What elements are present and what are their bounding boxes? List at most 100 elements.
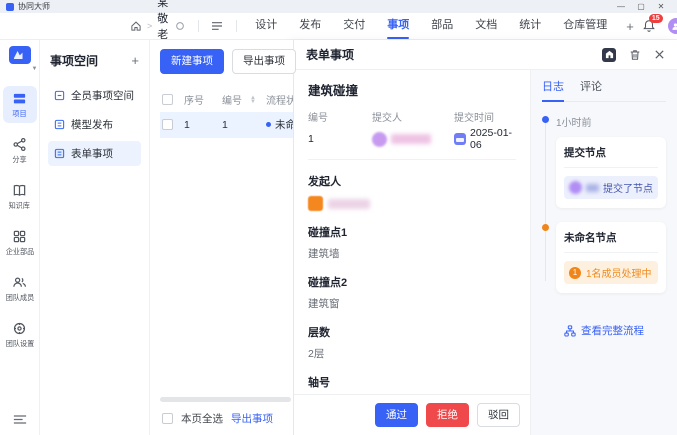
tree-item-all-issues[interactable]: 全员事项空间 <box>48 83 141 108</box>
home-icon[interactable] <box>130 20 142 32</box>
processing-chip: 1 1名成员处理中 <box>564 261 658 284</box>
approve-button[interactable]: 通过 <box>375 403 418 428</box>
processing-text: 1名成员处理中 <box>586 265 652 280</box>
rail-item-team-settings[interactable]: 团队设置 <box>3 316 37 353</box>
sort-icon[interactable]: ▲▼ <box>250 96 266 104</box>
space-icon <box>54 90 65 101</box>
collapse-menu-icon[interactable] <box>13 414 27 425</box>
timeline-dot-blue <box>542 116 549 123</box>
new-issue-button[interactable]: 新建事项 <box>160 49 224 74</box>
axis-label: 轴号 <box>308 374 516 390</box>
view-in-model-icon[interactable] <box>602 48 616 62</box>
view-full-flow-link[interactable]: 查看完整流程 <box>542 323 666 338</box>
submit-time-label: 提交时间 <box>454 109 516 124</box>
rail-item-share[interactable]: 分享 <box>3 132 37 169</box>
window-titlebar: 协同大师 — ▢ ✕ <box>0 0 677 13</box>
sendback-button[interactable]: 驳回 <box>477 403 520 428</box>
row-status: 未命名节点 <box>266 117 293 132</box>
project-menu-icon[interactable] <box>211 21 223 31</box>
tab-log[interactable]: 日志 <box>542 78 564 101</box>
initiator-label: 发起人 <box>308 173 516 189</box>
tab-documents[interactable]: 文档 <box>464 13 508 40</box>
reject-button[interactable]: 拒绝 <box>426 403 469 428</box>
close-window-button[interactable]: ✕ <box>651 0 671 13</box>
people-icon <box>12 275 27 290</box>
clash-point2-label: 碰撞点2 <box>308 274 516 290</box>
form-title: 建筑碰撞 <box>308 80 516 99</box>
space-icon <box>54 119 65 130</box>
tab-comments[interactable]: 评论 <box>580 78 602 101</box>
row-checkbox[interactable] <box>162 119 173 130</box>
module-tabs: 设计 发布 交付 事项 部品 文档 统计 仓库管理 + <box>244 13 642 40</box>
column-status[interactable]: 流程状态 <box>266 92 293 107</box>
notification-badge: 15 <box>649 14 663 23</box>
tab-delivery[interactable]: 交付 <box>332 13 376 40</box>
rail-item-projects[interactable]: 项目 <box>3 86 37 123</box>
column-number[interactable]: 编号 <box>222 92 250 107</box>
export-issues-link[interactable]: 导出事项 <box>231 411 273 426</box>
table-row[interactable]: 1 1 未命名节点 <box>160 112 293 138</box>
rail-item-knowledge-base[interactable]: 知识库 <box>3 178 37 215</box>
actor-name-redacted <box>586 184 599 192</box>
actor-avatar <box>569 181 582 194</box>
floor-value: 2层 <box>308 346 516 361</box>
grid-icon <box>12 229 27 244</box>
calendar-icon <box>454 133 466 145</box>
breadcrumb-separator: > <box>147 21 152 31</box>
floor-label: 层数 <box>308 324 516 340</box>
add-tab-button[interactable]: + <box>618 19 642 34</box>
workspace-logo[interactable] <box>9 46 31 64</box>
row-number: 1 <box>222 119 250 131</box>
tab-publish[interactable]: 发布 <box>288 13 332 40</box>
maximize-button[interactable]: ▢ <box>631 0 651 13</box>
member-count-badge: 1 <box>569 267 581 279</box>
space-icon <box>54 148 65 159</box>
user-avatar[interactable] <box>668 18 677 34</box>
select-page-checkbox[interactable] <box>162 413 173 424</box>
log-card-unnamed[interactable]: 未命名节点 1 1名成员处理中 <box>556 222 666 293</box>
rail-item-team-members[interactable]: 团队成员 <box>3 270 37 307</box>
select-all-checkbox[interactable] <box>162 94 173 105</box>
form-detail-column: 建筑碰撞 编号 1 提交人 <box>294 70 530 435</box>
app-logo-icon <box>6 3 14 11</box>
delete-icon[interactable] <box>629 49 641 61</box>
log-node-title: 提交节点 <box>564 145 658 168</box>
navbar-right: 15 <box>642 18 677 34</box>
horizontal-scrollbar[interactable] <box>160 397 291 402</box>
tree-item-model-publish[interactable]: 模型发布 <box>48 112 141 137</box>
clash-point2-value: 建筑窗 <box>308 296 516 311</box>
tab-parts[interactable]: 部品 <box>420 13 464 40</box>
minimize-button[interactable]: — <box>611 0 631 13</box>
log-action-chip: 提交了节点 <box>564 176 658 199</box>
status-dot-icon <box>266 122 271 127</box>
column-index[interactable]: 序号 <box>184 92 222 107</box>
issue-detail-overlay: 表单事项 建筑碰撞 <box>293 40 677 435</box>
flow-icon <box>564 325 576 337</box>
app-title: 协同大师 <box>18 1 50 12</box>
log-timeline: 1小时前 提交节点 提交了节点 未命名节点 <box>542 114 666 307</box>
share-icon <box>12 137 27 152</box>
tab-statistics[interactable]: 统计 <box>508 13 552 40</box>
rail-item-enterprise-parts[interactable]: 企业部品 <box>3 224 37 261</box>
tab-warehouse[interactable]: 仓库管理 <box>552 13 618 40</box>
number-value: 1 <box>308 131 372 147</box>
issue-space-title: 事项空间 <box>50 52 98 69</box>
notification-bell-icon[interactable]: 15 <box>642 19 656 33</box>
close-panel-icon[interactable] <box>654 49 665 60</box>
initiator-name-redacted <box>328 199 370 209</box>
log-node-title: 未命名节点 <box>564 230 658 253</box>
submitter-label: 提交人 <box>372 109 454 124</box>
row-index: 1 <box>184 119 222 131</box>
tab-issues[interactable]: 事项 <box>376 13 420 40</box>
top-navbar: > 某敬老院 设计 发布 交付 事项 部品 文档 统计 仓库管理 + 1 <box>0 13 677 40</box>
tab-design[interactable]: 设计 <box>244 13 288 40</box>
gear-icon <box>12 321 27 336</box>
issue-list-area: 新建事项 导出事项 序号 编号 ▲▼ 流程状态 1 1 未命名节点 <box>150 40 293 435</box>
add-space-button[interactable]: + <box>131 53 139 68</box>
export-issue-button[interactable]: 导出事项 <box>232 49 296 74</box>
workspace-caret-icon: ▼ <box>32 66 38 72</box>
log-card-submit[interactable]: 提交节点 提交了节点 <box>556 137 666 208</box>
submitter-value <box>372 131 454 147</box>
project-status-icon[interactable] <box>175 21 185 31</box>
tree-item-form-issues[interactable]: 表单事项 <box>48 141 141 166</box>
